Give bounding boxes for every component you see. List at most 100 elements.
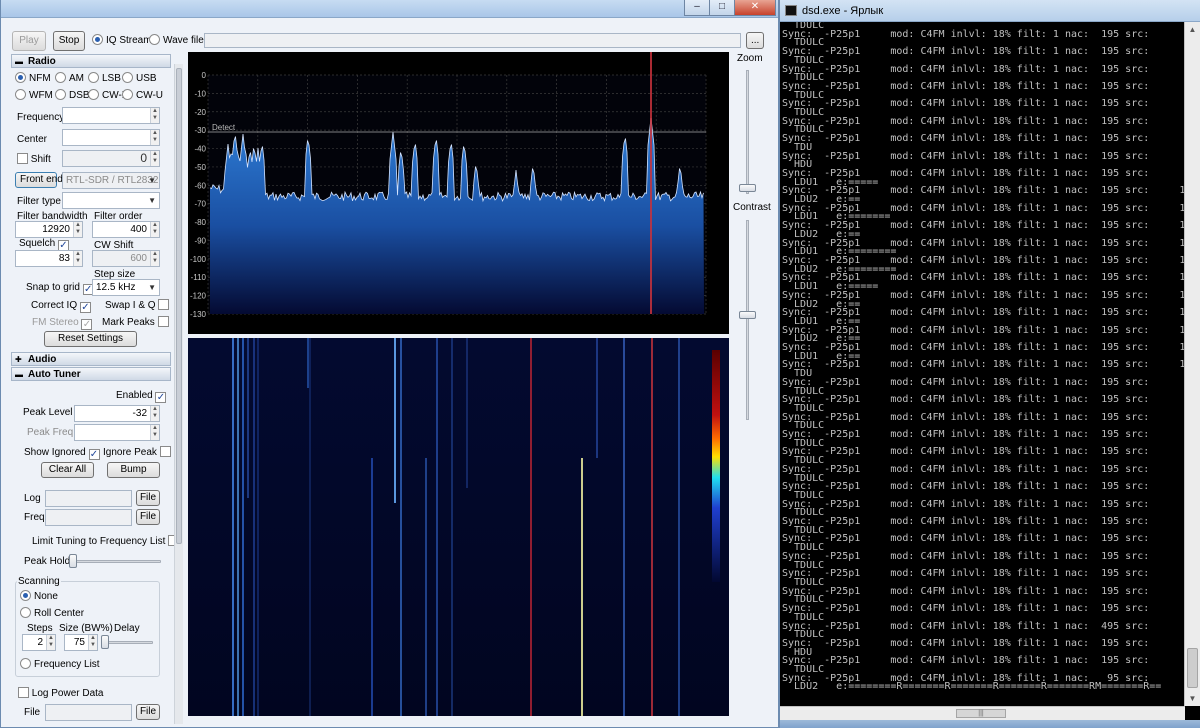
maximize-button[interactable]: □ xyxy=(709,0,735,16)
show-ignored-checkbox[interactable]: Show Ignored ✓ xyxy=(24,446,100,460)
delay-slider[interactable] xyxy=(101,635,109,649)
clear-all-button[interactable]: Clear All xyxy=(41,462,94,478)
spectrum-plot: 0 -10 -20 -30 -40 -50 -60 -70 -80 -90 -100 -110 -120… xyxy=(190,52,707,319)
chevron-down-icon: ▼ xyxy=(148,283,156,292)
y-tick-label: -120 xyxy=(190,292,207,301)
log-power-data-checkbox[interactable]: Log Power Data xyxy=(18,687,104,701)
waterfall-display[interactable] xyxy=(188,338,729,716)
spinner-icon[interactable]: ▲ ▼ xyxy=(73,251,82,266)
step-size-value: 12.5 kHz xyxy=(96,282,136,293)
scan-frequency-list-radio[interactable]: Frequency List xyxy=(20,658,100,672)
spinner-icon[interactable]: ▲ ▼ xyxy=(150,251,159,266)
freq-file-button[interactable]: File xyxy=(136,509,160,525)
squelch-checkbox[interactable]: Squelch ✓ xyxy=(19,237,69,251)
freq-file-input[interactable] xyxy=(45,509,132,526)
front-end-select[interactable]: RTL-SDR / RTL2832U ▼ xyxy=(62,172,160,189)
peak-freq-input[interactable]: ▲ ▼ xyxy=(74,424,160,441)
minimize-button[interactable]: – xyxy=(684,0,710,16)
scrollbar-thumb[interactable] xyxy=(176,68,182,544)
mode-lsb-radio[interactable]: LSB xyxy=(88,72,121,86)
scrollbar-thumb[interactable]: ||| xyxy=(956,709,1006,718)
ignore-peak-checkbox[interactable]: Ignore Peak xyxy=(103,446,171,460)
contrast-slider[interactable] xyxy=(739,311,756,319)
filter-bandwidth-value: 12920 xyxy=(42,224,70,235)
spinner-icon[interactable]: ▲ ▼ xyxy=(150,151,159,166)
log-file-button[interactable]: File xyxy=(136,490,160,506)
file-path-input[interactable] xyxy=(204,33,741,48)
control-panel-scrollbar[interactable] xyxy=(174,64,183,724)
spinner-icon[interactable]: ▲ ▼ xyxy=(150,406,159,421)
spinner-icon[interactable]: ▲ ▼ xyxy=(88,635,97,650)
stop-button[interactable]: Stop xyxy=(53,31,85,51)
mark-peaks-checkbox[interactable]: Mark Peaks xyxy=(102,316,169,330)
contrast-track xyxy=(746,220,749,420)
limit-tuning-checkbox[interactable]: Limit Tuning to Frequency List xyxy=(32,535,180,549)
console-title: dsd.exe - Ярлык xyxy=(802,5,884,17)
chevron-down-icon: ▼ xyxy=(148,196,156,205)
log-file-input[interactable] xyxy=(45,490,132,507)
peak-hold-slider[interactable] xyxy=(69,554,77,568)
scroll-up-icon[interactable]: ▲ xyxy=(1185,22,1200,37)
spinner-icon[interactable]: ▲ ▼ xyxy=(150,130,159,145)
scan-roll-center-radio[interactable]: Roll Center xyxy=(20,607,84,621)
zoom-slider[interactable] xyxy=(739,184,756,192)
squelch-input[interactable]: 83 ▲ ▼ xyxy=(15,250,83,267)
spinner-icon[interactable]: ▲ ▼ xyxy=(73,222,82,237)
spinner-icon[interactable]: ▲ ▼ xyxy=(150,222,159,237)
power-file-input[interactable] xyxy=(45,704,132,721)
mode-usb-radio[interactable]: USB xyxy=(122,72,157,86)
shift-input[interactable]: 0 ▲ ▼ xyxy=(62,150,160,167)
filter-bandwidth-input[interactable]: 12920 ▲ ▼ xyxy=(15,221,83,238)
play-button[interactable]: Play xyxy=(12,31,46,51)
correct-iq-checkbox[interactable]: Correct IQ ✓ xyxy=(31,299,91,313)
spinner-icon[interactable]: ▲ ▼ xyxy=(150,108,159,123)
scan-none-radio[interactable]: None xyxy=(20,590,58,604)
mode-am-radio[interactable]: AM xyxy=(55,72,84,86)
spectrum-analyzer[interactable]: 0 -10 -20 -30 -40 -50 -60 -70 -80 -90 -100 -110 -120… xyxy=(188,52,729,334)
swap-iq-checkbox[interactable]: Swap I & Q xyxy=(105,299,170,313)
scrollbar-thumb[interactable] xyxy=(1187,648,1198,688)
filter-order-input[interactable]: 400 ▲ ▼ xyxy=(92,221,160,238)
mode-nfm-radio[interactable]: NFM xyxy=(15,72,51,86)
mode-wfm-radio[interactable]: WFM xyxy=(15,89,53,103)
spinner-icon[interactable]: ▲ ▼ xyxy=(150,425,159,440)
wave-file-label: Wave file xyxy=(163,35,204,46)
close-button[interactable]: ✕ xyxy=(734,0,776,16)
y-tick-label: -40 xyxy=(194,145,206,154)
spinner-icon[interactable]: ▲ ▼ xyxy=(46,635,55,650)
radio-section-header[interactable]: ▬ Radio xyxy=(11,54,171,68)
color-scale-bar xyxy=(712,350,720,582)
power-file-button[interactable]: File xyxy=(136,704,160,720)
audio-section-header[interactable]: ✚ Audio xyxy=(11,352,171,366)
ignore-peak-label: Ignore Peak xyxy=(103,447,157,458)
frequency-input[interactable]: ▲ ▼ xyxy=(62,107,160,124)
cw-shift-input[interactable]: 600 ▲ ▼ xyxy=(92,250,160,267)
fm-stereo-checkbox[interactable]: FM Stereo ✓ xyxy=(32,316,93,330)
reset-settings-button[interactable]: Reset Settings xyxy=(44,331,137,347)
browse-button[interactable]: ... xyxy=(746,32,764,49)
y-tick-label: 0 xyxy=(202,71,207,80)
console-output[interactable]: TDULC Sync: -P25p1 mod: C4FM inlvl: 18% … xyxy=(782,22,1186,700)
peak-level-input[interactable]: -32 ▲ ▼ xyxy=(74,405,160,422)
auto-tuner-section-header[interactable]: ▬ Auto Tuner xyxy=(11,367,171,381)
console-horizontal-scrollbar[interactable]: ||| xyxy=(780,706,1185,720)
filter-type-select[interactable]: ▼ xyxy=(62,192,160,209)
mode-dsb-radio[interactable]: DSB xyxy=(55,89,90,103)
bump-button[interactable]: Bump xyxy=(107,462,160,478)
front-end-button[interactable]: Front end xyxy=(15,172,63,188)
enabled-checkbox[interactable]: Enabled ✓ xyxy=(116,389,167,403)
delay-label: Delay xyxy=(114,623,140,634)
shift-checkbox[interactable]: Shift xyxy=(17,153,51,167)
mode-cwu-radio[interactable]: CW-U xyxy=(122,89,163,103)
steps-input[interactable]: 2 ▲ ▼ xyxy=(22,634,56,651)
size-input[interactable]: 75 ▲ ▼ xyxy=(64,634,98,651)
scroll-down-icon[interactable]: ▼ xyxy=(1185,691,1200,706)
console-vertical-scrollbar[interactable]: ▲ ▼ xyxy=(1184,22,1200,706)
squelch-value: 83 xyxy=(58,253,70,264)
step-size-select[interactable]: 12.5 kHz ▼ xyxy=(92,279,160,296)
iq-stream-radio[interactable]: IQ Stream xyxy=(92,34,152,48)
sdr-titlebar: – □ ✕ xyxy=(1,0,778,18)
snap-to-grid-checkbox[interactable]: Snap to grid ✓ xyxy=(26,281,94,295)
wave-file-radio[interactable]: Wave file xyxy=(149,34,204,48)
center-input[interactable]: ▲ ▼ xyxy=(62,129,160,146)
